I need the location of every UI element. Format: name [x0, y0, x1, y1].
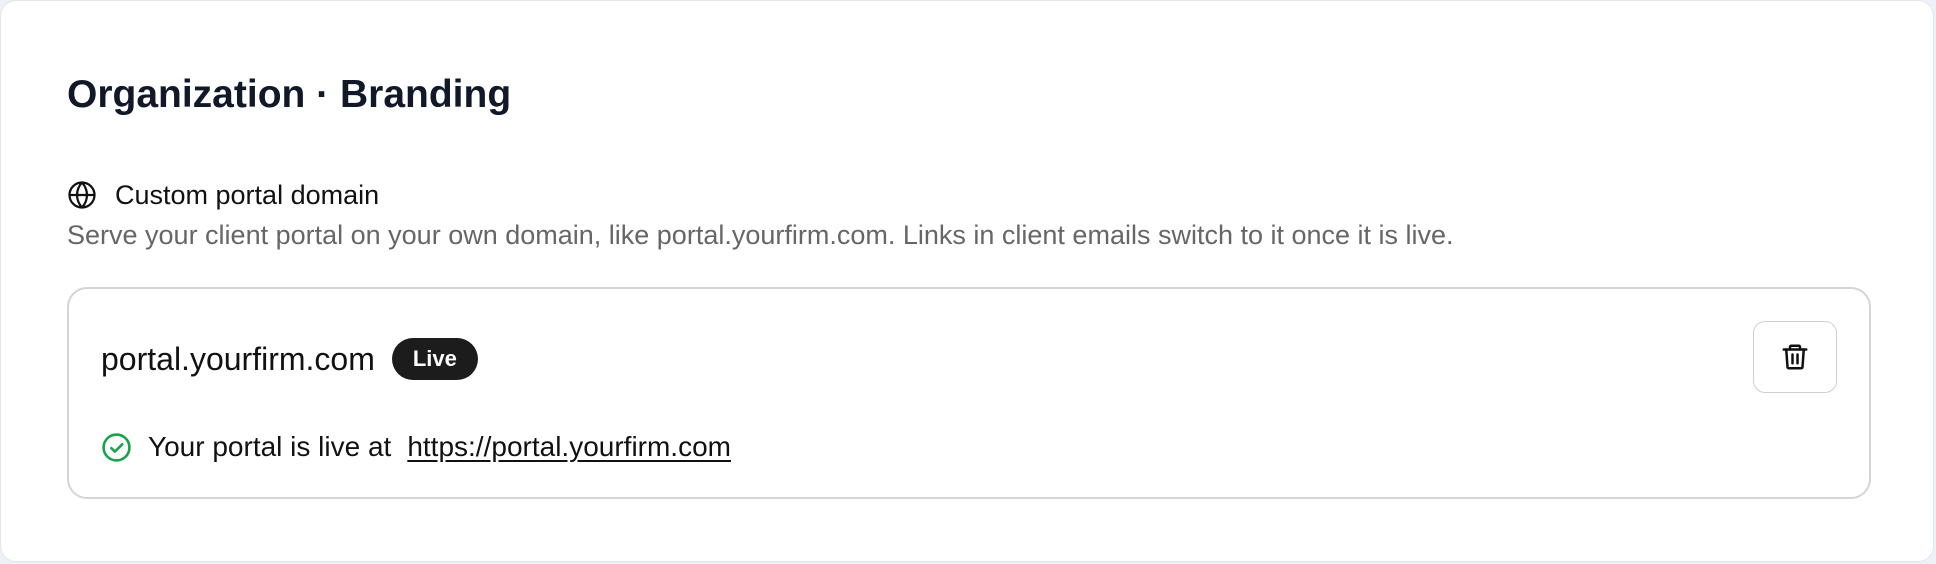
section-header: Custom portal domain [67, 177, 379, 213]
globe-icon [67, 180, 97, 210]
domain-name: portal.yourfirm.com [101, 340, 375, 377]
page-title: Organization · Branding [67, 73, 512, 116]
domain-row: portal.yourfirm.com Live [101, 337, 478, 381]
status-badge: Live [391, 338, 478, 380]
section-title: Custom portal domain [115, 179, 380, 210]
portal-link[interactable]: https://portal.yourfirm.com [407, 431, 731, 463]
trash-icon [1780, 342, 1810, 372]
check-circle-icon [101, 432, 132, 463]
status-row: Your portal is live at https://portal.yo… [101, 429, 731, 465]
status-text: Your portal is live at [148, 431, 392, 462]
delete-domain-button[interactable] [1753, 321, 1837, 393]
branding-panel: Organization · Branding Custom portal do… [0, 0, 1934, 562]
section-description: Serve your client portal on your own dom… [67, 220, 1454, 250]
domain-card: portal.yourfirm.com Live Your portal is … [67, 287, 1871, 499]
